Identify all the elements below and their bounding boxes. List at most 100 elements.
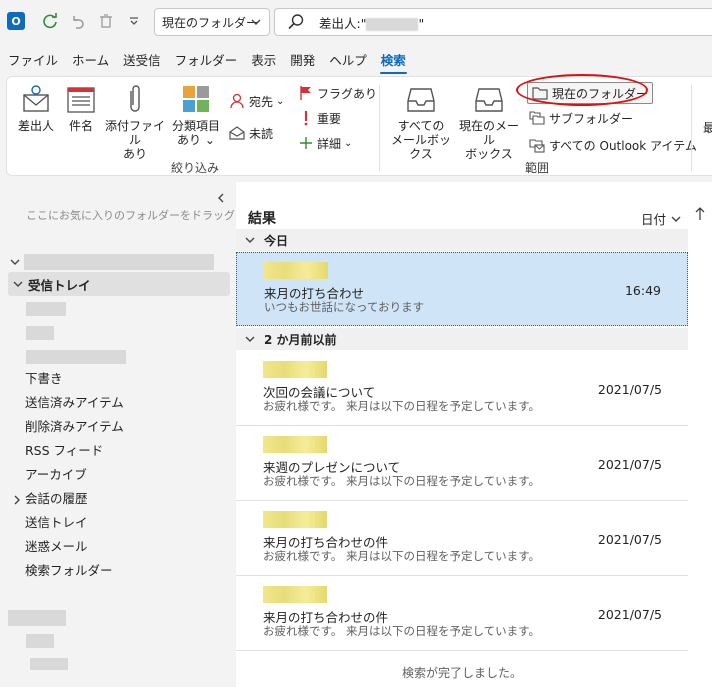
sort-by-date-button[interactable]: 日付 [641, 209, 682, 228]
subfolders-icon [529, 111, 545, 125]
sync-icon[interactable] [40, 11, 60, 31]
subject-button[interactable]: 件名 [61, 83, 101, 133]
folder-deleted-items[interactable]: 削除済みアイテム [25, 416, 124, 438]
delete-icon[interactable] [96, 11, 116, 31]
all-mailboxes-label-2: メールボックス [390, 133, 451, 161]
folder-inbox[interactable]: 受信トレイ [8, 272, 230, 296]
all-mailboxes-label-1: すべての [397, 119, 445, 133]
unread-button[interactable]: 未読 [229, 123, 273, 143]
folder-drafts[interactable]: 下書き [25, 368, 63, 390]
tab-home[interactable]: ホーム [65, 48, 116, 74]
tab-developer[interactable]: 開発 [283, 48, 322, 74]
exclamation-icon [304, 111, 308, 126]
chevron-down-icon [13, 281, 23, 287]
tab-help[interactable]: ヘルプ [322, 48, 374, 74]
tab-search[interactable]: 検索 [374, 48, 413, 74]
redacted-account-name [8, 610, 66, 626]
folder-junk-email[interactable]: 迷惑メール [25, 536, 88, 558]
folder-outbox[interactable]: 送信トレイ [25, 512, 88, 534]
to-label: 宛先 [249, 94, 274, 109]
message-time: 2021/07/5 [597, 457, 662, 472]
chevron-down-icon [245, 237, 255, 243]
categorized-button[interactable]: 分類項目 あり ⌄ [169, 83, 223, 147]
sort-direction-icon[interactable] [694, 206, 706, 222]
flag-icon [300, 86, 311, 100]
important-button[interactable]: 重要 [299, 108, 341, 128]
group-header-today[interactable]: 今日 [236, 229, 688, 251]
paperclip-icon [130, 85, 140, 112]
message-time: 2021/07/5 [597, 607, 662, 622]
message-row[interactable]: 来月の打ち合わせの件 お疲れ様です。 来月は以下の日程を予定しています。 202… [236, 577, 688, 651]
tab-file[interactable]: ファイル [0, 48, 65, 74]
message-preview: いつもお世話になっております [264, 300, 425, 314]
folder-conversation-history[interactable]: 会話の履歴 [25, 488, 88, 510]
redacted-account-name [24, 254, 214, 270]
tab-view[interactable]: 表示 [244, 48, 283, 74]
search-status: 検索が完了しました。 [401, 666, 522, 680]
tab-folder[interactable]: フォルダー [168, 48, 245, 74]
redacted-folder [26, 634, 54, 648]
favorites-drop-hint: ここにお気に入りのフォルダーをドラッグします [26, 209, 268, 222]
all-mailboxes-button[interactable]: すべての メールボックス [387, 83, 455, 161]
folder-search-folders[interactable]: 検索フォルダー [25, 560, 113, 582]
outlook-logo-letter: O [7, 12, 25, 30]
more-button[interactable]: 詳細 ⌄ [299, 133, 352, 153]
to-button[interactable]: 宛先 ⌄ [229, 91, 284, 111]
current-mailbox-label-1: 現在のメール [458, 119, 519, 147]
redacted-sender [263, 511, 327, 528]
redacted-folder [26, 302, 66, 316]
message-list: 結果 日付 今日 来月の打ち合わせ いつもお世話になっております 16:49 2… [236, 182, 712, 687]
ribbon-tabs: ファイル ホーム 送受信 フォルダー 表示 開発 ヘルプ 検索 [0, 48, 712, 74]
message-time: 2021/07/5 [597, 382, 662, 397]
search-query-suffix: " [418, 15, 425, 31]
redacted-sender [264, 262, 328, 279]
person-envelope-icon [23, 85, 49, 112]
chevron-down-icon [245, 336, 255, 342]
redacted-folder [26, 350, 126, 364]
redacted-sender [263, 361, 327, 378]
flagged-button[interactable]: フラグあり [299, 83, 377, 103]
all-outlook-items-button[interactable]: すべての Outlook アイテム [529, 135, 697, 155]
tab-send-receive[interactable]: 送受信 [116, 48, 168, 74]
message-row[interactable]: 次回の会議について お疲れ様です。 来月は以下の日程を予定しています。 2021… [236, 352, 688, 426]
search-scope-dropdown[interactable]: 現在のフォルダー [154, 8, 270, 36]
redacted-folder [26, 326, 54, 340]
unread-label: 未読 [249, 126, 274, 141]
categories-icon [183, 86, 209, 112]
message-preview: お疲れ様です。 来月は以下の日程を予定しています。 [263, 474, 541, 488]
categorized-label-2: あり ⌄ [177, 133, 215, 147]
current-mailbox-button[interactable]: 現在のメール ボックス [455, 83, 523, 161]
ribbon-overflow-label[interactable]: 最 [703, 117, 712, 137]
message-row[interactable]: 来月の打ち合わせの件 お疲れ様です。 来月は以下の日程を予定しています。 202… [236, 502, 688, 576]
highlight-ellipse [516, 74, 648, 106]
chevron-down-icon[interactable] [9, 256, 21, 268]
refine-group-label: 絞り込み [171, 161, 220, 175]
folder-sent-items[interactable]: 送信済みアイテム [25, 392, 124, 414]
chevron-right-icon[interactable] [12, 494, 22, 506]
from-button[interactable]: 差出人 [13, 83, 59, 133]
has-attachments-label-2: あり [122, 147, 147, 161]
envelope-open-icon [229, 126, 245, 140]
group-header-label: 2 か月前以前 [264, 332, 337, 347]
undo-icon[interactable] [68, 11, 88, 31]
has-attachments-button[interactable]: 添付ファイル あり [103, 83, 167, 161]
search-query: 差出人:" " [319, 13, 424, 32]
message-row[interactable]: 来月の打ち合わせ いつもお世話になっております 16:49 [236, 252, 688, 326]
message-time: 2021/07/5 [597, 532, 662, 547]
subfolders-button[interactable]: サブフォルダー [529, 108, 633, 128]
subject-lines-icon [67, 87, 95, 113]
folder-rss-feeds[interactable]: RSS フィード [25, 440, 103, 462]
collapse-pane-icon[interactable] [216, 192, 226, 204]
ribbon-separator [379, 85, 380, 171]
search-icon [288, 14, 304, 30]
message-row[interactable]: 来週のプレゼンについて お疲れ様です。 来月は以下の日程を予定しています。 20… [236, 427, 688, 501]
folder-archive[interactable]: アーカイブ [25, 464, 87, 486]
customize-toolbar-icon[interactable] [124, 11, 144, 31]
folder-pane: ここにお気に入りのフォルダーをドラッグします 受信トレイ 下書き 送信済みアイテ… [0, 182, 268, 687]
important-label: 重要 [317, 111, 342, 126]
plus-icon [300, 137, 312, 149]
scope-group-label: 範囲 [525, 161, 550, 175]
search-scope-value: 現在のフォルダー [162, 15, 259, 30]
search-input[interactable]: 差出人:" " [274, 8, 712, 36]
group-header-older[interactable]: 2 か月前以前 [236, 328, 688, 350]
